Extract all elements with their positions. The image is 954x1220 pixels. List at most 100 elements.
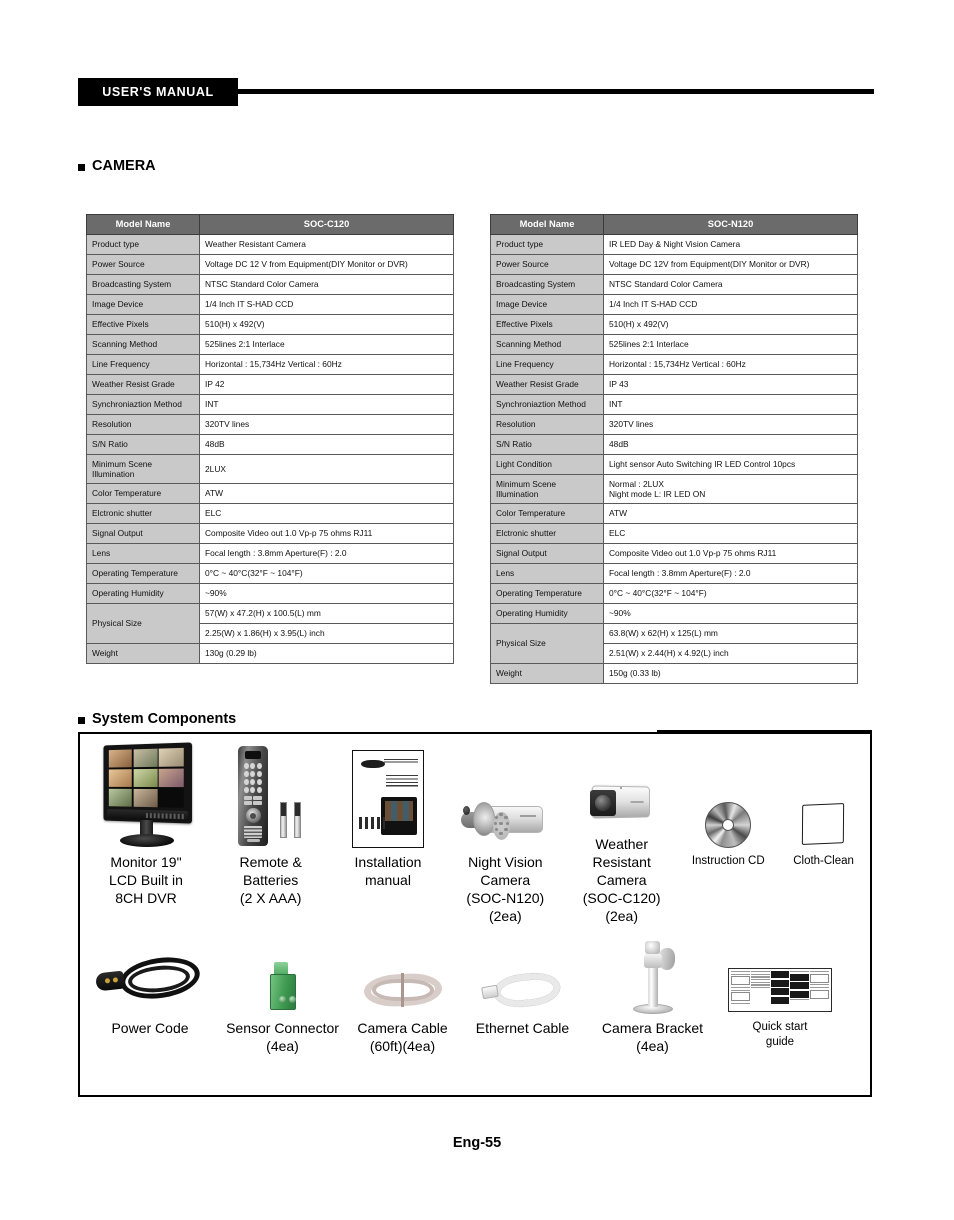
spec-row: Physical Size 57(W) x 47.2(H) x 100.5(L) … <box>86 603 454 644</box>
spec-row-label: Product type <box>490 234 604 255</box>
spec-row: Color Temperature ATW <box>86 483 454 504</box>
spec-row-label: Operating Humidity <box>86 583 200 604</box>
spec-row-label: Color Temperature <box>490 503 604 524</box>
spec-row: Operating Temperature 0°C ~ 40°C(32°F ~ 1… <box>490 583 858 604</box>
spec-row: Operating Humidity ~90% <box>86 583 454 604</box>
component-label: Cloth-Clean <box>793 855 854 867</box>
spec-row: Color Temperature ATW <box>490 503 858 524</box>
component-item-monitor: Monitor 19" LCD Built in 8CH DVR <box>80 740 212 926</box>
night-vision-camera-art <box>457 740 553 848</box>
spec-row-label: Effective Pixels <box>490 314 604 335</box>
spec-row: Image Device 1/4 Inch IT S-HAD CCD <box>86 294 454 315</box>
spec-row: S/N Ratio 48dB <box>86 434 454 455</box>
component-label: Night Vision Camera (SOC-N120) (2ea) <box>466 854 545 924</box>
spec-row-label: Minimum Scene Illumination <box>490 474 604 504</box>
spec-row-value: 1/4 Inch IT S-HAD CCD <box>603 294 858 315</box>
component-label: Sensor Connector (4ea) <box>226 1020 339 1054</box>
spec-row: Line Frequency Horizontal : 15,734Hz Vert… <box>490 354 858 375</box>
spec-row-label: Weather Resist Grade <box>86 374 200 395</box>
component-label: Monitor 19" LCD Built in 8CH DVR <box>109 854 183 906</box>
spec-row-value: ATW <box>199 483 454 504</box>
spec-row: Weight 130g (0.29 lb) <box>86 643 454 664</box>
weather-resistant-camera-icon <box>576 776 668 830</box>
instruction-cd-icon <box>705 802 752 848</box>
spec-row: Product type Weather Resistant Camera <box>86 234 454 255</box>
spec-row-label: Resolution <box>86 414 200 435</box>
section-title-camera: CAMERA <box>78 158 156 174</box>
spec-row-value: NTSC Standard Color Camera <box>199 274 454 295</box>
system-components-box: Monitor 19" LCD Built in 8CH DVR Remote … <box>78 730 872 1097</box>
component-label: Power Code <box>111 1020 189 1036</box>
spec-row: Line Frequency Horizontal : 15,734Hz Vert… <box>86 354 454 375</box>
spec-row-value: 320TV lines <box>603 414 858 435</box>
component-item-quick-start-guide: Quick start guide <box>720 932 840 1092</box>
spec-row-value: ELC <box>199 503 454 524</box>
spec-row: S/N Ratio 48dB <box>490 434 858 455</box>
spec-row-label: Light Condition <box>490 454 604 475</box>
remote-jog-dial-icon <box>245 808 261 823</box>
spec-row-label: Weight <box>86 643 200 664</box>
spec-row-value: Horizontal : 15,734Hz Vertical : 60Hz <box>603 354 858 375</box>
spec-row-label: S/N Ratio <box>490 434 604 455</box>
spec-row-label: Synchroniaztion Method <box>86 394 200 415</box>
component-item-instruction-cd: Instruction CD <box>679 740 777 926</box>
spec-row-label: Operating Humidity <box>490 603 604 624</box>
spec-row-label: Scanning Method <box>490 334 604 355</box>
spec-row-label: Lens <box>86 543 200 564</box>
spec-row-label: Broadcasting System <box>86 274 200 295</box>
power-cord-icon <box>94 952 206 1014</box>
component-item-camera-cable: Camera Cable (60ft)(4ea) <box>345 932 460 1092</box>
square-bullet-icon <box>78 716 85 724</box>
spec-row: Power Source Voltage DC 12 V from Equipme… <box>86 254 454 275</box>
spec-row-value: INT <box>603 394 858 415</box>
components-row-2: Power Code Sensor Connector (4ea) Camera… <box>80 932 870 1092</box>
night-vision-camera-icon <box>457 796 553 848</box>
spec-row-label: Lens <box>490 563 604 584</box>
spec-row: Synchroniaztion Method INT <box>490 394 858 415</box>
spec-row-label: Line Frequency <box>86 354 200 375</box>
spec-row-value: IR LED Day & Night Vision Camera <box>603 234 858 255</box>
spec-row-value: 63.8(W) x 62(H) x 125(L) mm <box>603 623 858 644</box>
camera-cable-art <box>360 932 446 1014</box>
spec-row-value: ELC <box>603 523 858 544</box>
spec-row-label: Weather Resist Grade <box>490 374 604 395</box>
spec-row-label: Resolution <box>490 414 604 435</box>
spec-row-label: Product type <box>86 234 200 255</box>
component-label: Weather Resistant Camera (SOC-C120) (2ea… <box>582 836 661 925</box>
spec-row: Elctronic shutter ELC <box>86 503 454 524</box>
spec-row-value: Composite Video out 1.0 Vp-p 75 ohms RJ1… <box>199 523 454 544</box>
spec-row: Weather Resist Grade IP 43 <box>490 374 858 395</box>
spec-row-label: Image Device <box>86 294 200 315</box>
spec-row: Elctronic shutter ELC <box>490 523 858 544</box>
spec-row: Lens Focal length : 3.8mm Aperture(F) : 2… <box>86 543 454 564</box>
spec-row: Minimum Scene Illumination 2LUX <box>86 454 454 484</box>
section-title-camera-label: CAMERA <box>92 158 156 174</box>
spec-row: Resolution 320TV lines <box>86 414 454 435</box>
spec-row: Effective Pixels 510(H) x 492(V) <box>490 314 858 335</box>
section-title-components-label: System Components <box>92 711 237 727</box>
spec-row: Minimum Scene Illumination Normal : 2LUX … <box>490 474 858 504</box>
component-label: Ethernet Cable <box>475 1020 570 1036</box>
spec-row: Physical Size 63.8(W) x 62(H) x 125(L) mm <box>490 623 858 664</box>
spec-row: Effective Pixels 510(H) x 492(V) <box>86 314 454 335</box>
spec-row: Image Device 1/4 Inch IT S-HAD CCD <box>490 294 858 315</box>
spec-row-label: Effective Pixels <box>86 314 200 335</box>
spec-row-label: Scanning Method <box>86 334 200 355</box>
spec-row-label: Signal Output <box>86 523 200 544</box>
component-item-camera-bracket: Camera Bracket (4ea) <box>585 932 720 1092</box>
remote-batteries-icon <box>232 744 310 848</box>
spec-row-label: Broadcasting System <box>490 274 604 295</box>
spec-row-value: Light sensor Auto Switching IR LED Contr… <box>603 454 858 475</box>
spec-row-label: Physical Size <box>86 603 200 644</box>
spec-row-value: 57(W) x 47.2(H) x 100.5(L) mm <box>199 603 454 624</box>
spec-row-value: 0°C ~ 40°C(32°F ~ 104°F) <box>199 563 454 584</box>
spec-row-label: Power Source <box>490 254 604 275</box>
battery-icon <box>279 802 287 838</box>
spec-row: Synchroniaztion Method INT <box>86 394 454 415</box>
spec-row: Operating Humidity ~90% <box>490 603 858 624</box>
spec-row: Weight 150g (0.33 lb) <box>490 663 858 684</box>
component-label: Remote & Batteries (2 X AAA) <box>239 854 302 906</box>
spec-row: Weather Resist Grade IP 42 <box>86 374 454 395</box>
spec-row-label: Minimum Scene Illumination <box>86 454 200 484</box>
spec-row-value: 525lines 2:1 Interlace <box>603 334 858 355</box>
